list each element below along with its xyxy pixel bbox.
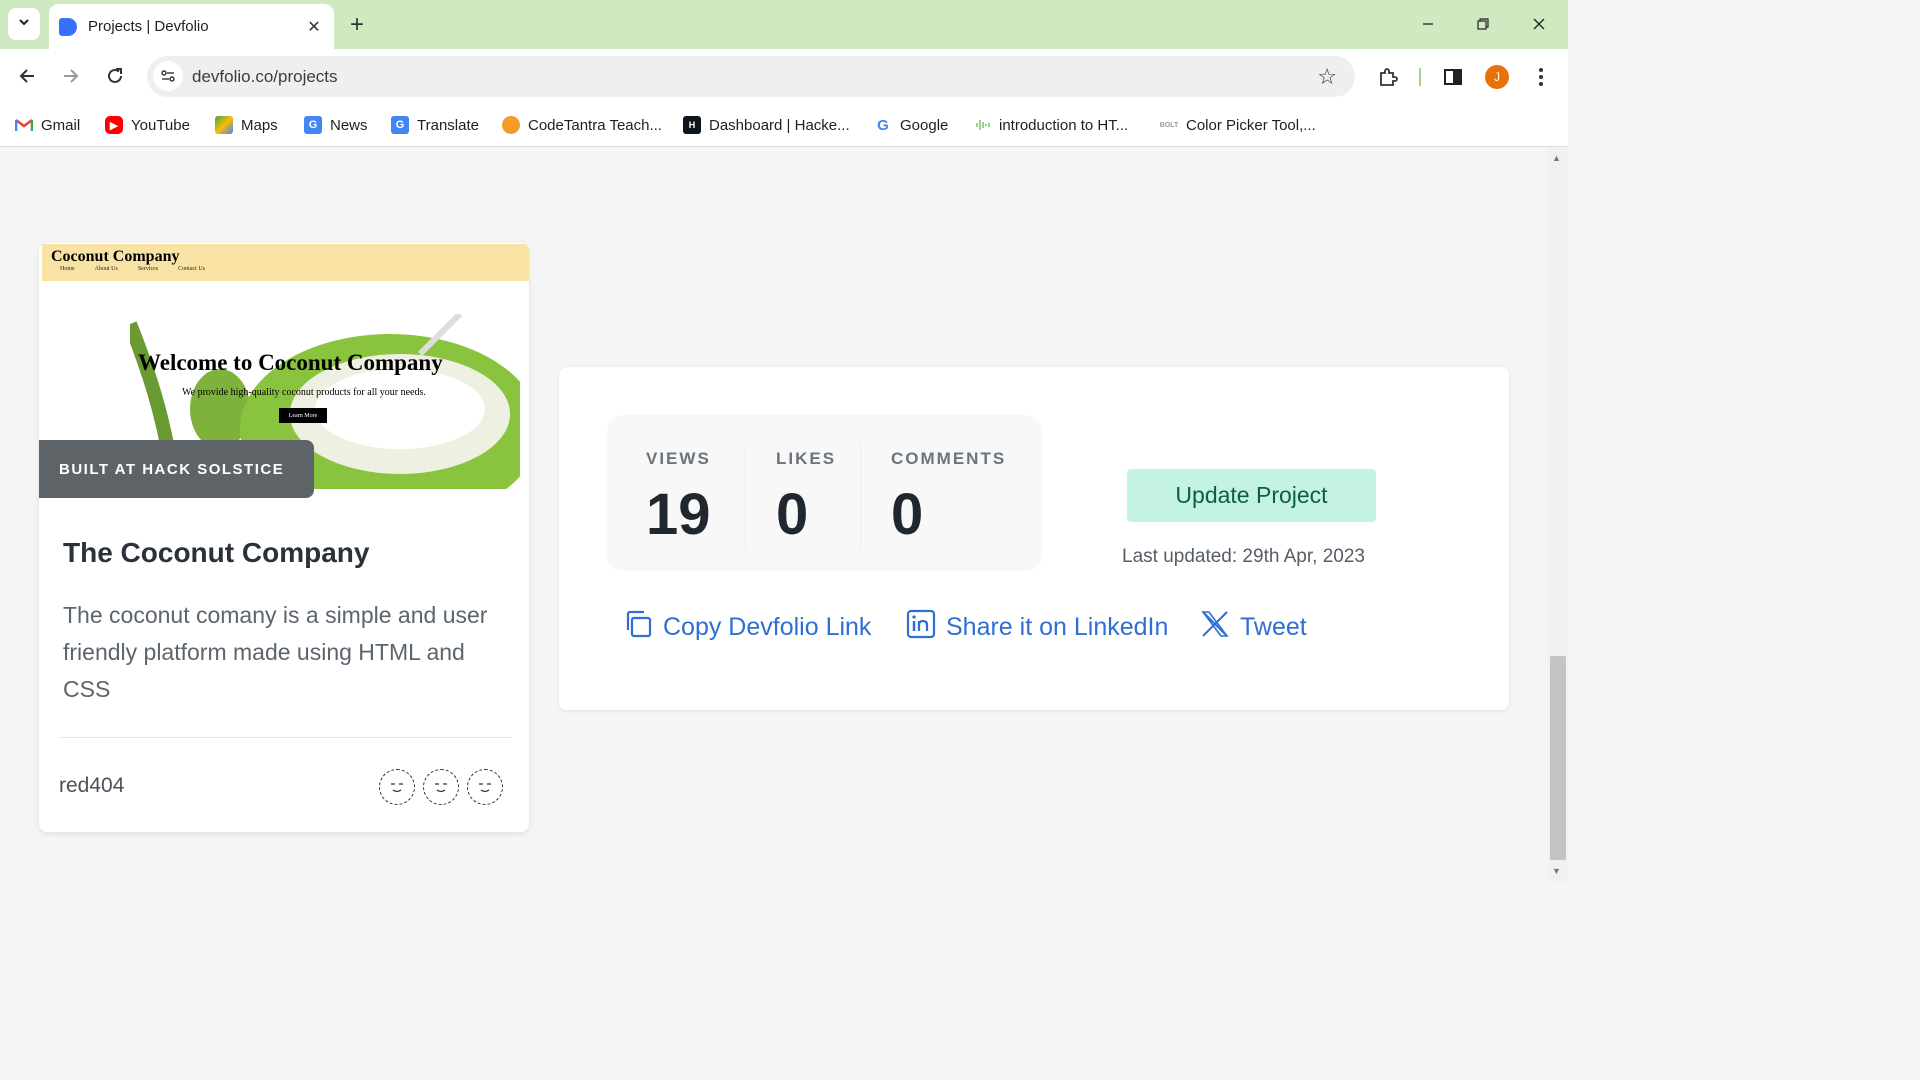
profile-avatar[interactable]: J — [1485, 65, 1509, 89]
reload-button[interactable] — [100, 61, 130, 91]
stat-value: 0 — [776, 482, 809, 547]
stat-label: COMMENTS — [891, 449, 1007, 468]
bookmark-introduction[interactable]: introduction to HT... — [973, 114, 1128, 136]
bookmark-star-icon[interactable]: ☆ — [1317, 64, 1337, 90]
update-project-button[interactable]: Update Project — [1127, 469, 1376, 522]
browser-menu-icon[interactable] — [1527, 63, 1555, 91]
stat-divider — [860, 445, 861, 549]
back-button[interactable] — [12, 61, 42, 91]
bookmark-translate[interactable]: G Translate — [391, 114, 479, 136]
project-username[interactable]: red404 — [59, 774, 124, 798]
minimize-button[interactable] — [1414, 10, 1442, 38]
thumbnail-nav-item: About Us — [94, 266, 118, 272]
toolbar-divider — [1419, 68, 1421, 86]
bolt-icon: BOLT — [1160, 116, 1178, 134]
youtube-icon: ▶ — [105, 116, 123, 134]
maps-icon — [215, 116, 233, 134]
stat-divider — [745, 445, 746, 549]
url-text[interactable]: devfolio.co/projects — [192, 67, 338, 87]
copy-devfolio-link[interactable]: Copy Devfolio Link — [623, 610, 871, 644]
bookmark-gmail[interactable]: Gmail — [15, 114, 80, 136]
new-tab-button[interactable]: + — [344, 11, 370, 38]
stat-label: LIKES — [776, 449, 837, 468]
scroll-up-icon[interactable]: ▲ — [1552, 153, 1561, 163]
copy-icon — [623, 609, 663, 646]
member-avatar-icon[interactable] — [423, 769, 459, 805]
thumbnail-nav-item: Services — [137, 266, 159, 272]
thumbnail-brand: Coconut Company — [51, 248, 180, 265]
thumbnail-hero-title: Welcome to Coconut Company — [138, 350, 443, 375]
bookmark-label: Color Picker Tool,... — [1186, 116, 1316, 134]
hackathon-badge[interactable]: BUILT AT HACK SOLSTICE — [39, 440, 314, 498]
bookmark-label: Gmail — [41, 116, 81, 134]
project-card[interactable]: Coconut Company Home About Us Services C… — [39, 243, 529, 832]
bookmark-codetantra[interactable]: CodeTantra Teach... — [502, 114, 662, 136]
bookmark-youtube[interactable]: ▶ YouTube — [105, 114, 190, 136]
devfolio-favicon-icon — [59, 17, 77, 36]
stat-value: 19 — [646, 482, 711, 547]
stats-box: VIEWS 19 LIKES 0 COMMENTS 0 — [607, 415, 1042, 571]
audio-wave-icon — [973, 116, 991, 134]
copy-link-label: Copy Devfolio Link — [663, 612, 872, 641]
google-icon: G — [874, 116, 892, 134]
tab-close-icon[interactable]: ✕ — [304, 17, 324, 37]
close-window-button[interactable] — [1525, 10, 1553, 38]
bookmark-label: Maps — [241, 116, 278, 134]
bookmark-label: News — [330, 116, 368, 134]
bookmark-label: Dashboard | Hacke... — [709, 116, 850, 134]
extensions-icon[interactable] — [1374, 63, 1402, 91]
codetantra-icon — [502, 116, 520, 134]
translate-icon: G — [391, 116, 409, 134]
thumbnail-nav-item: Home — [60, 266, 75, 272]
browser-toolbar: devfolio.co/projects ☆ — [0, 49, 1568, 105]
share-linkedin-link[interactable]: Share it on LinkedIn — [906, 609, 1169, 646]
scrollbar-thumb[interactable] — [1550, 656, 1566, 860]
tab-title: Projects | Devfolio — [88, 18, 209, 35]
project-description: The coconut comany is a simple and user … — [63, 602, 488, 702]
tweet-label: Tweet — [1240, 612, 1307, 641]
project-stats-panel: VIEWS 19 LIKES 0 COMMENTS 0 Update Proje… — [559, 367, 1509, 710]
card-divider — [59, 737, 511, 738]
news-icon: G — [304, 116, 322, 134]
bookmark-label: Google — [900, 116, 949, 134]
member-avatar-icon[interactable] — [379, 769, 415, 805]
tweet-link[interactable]: Tweet — [1200, 610, 1307, 644]
bookmark-label: CodeTantra Teach... — [528, 116, 662, 134]
project-title[interactable]: The Coconut Company — [63, 537, 369, 569]
side-panel-icon[interactable] — [1439, 63, 1467, 91]
x-twitter-icon — [1200, 609, 1240, 646]
forward-button[interactable] — [56, 61, 86, 91]
address-bar[interactable]: devfolio.co/projects ☆ — [147, 56, 1355, 97]
member-avatar-icon[interactable] — [467, 769, 503, 805]
hackerrank-icon: H — [683, 116, 701, 134]
browser-tab-active[interactable]: Projects | Devfolio ✕ — [49, 4, 334, 49]
last-updated-text: Last updated: 29th Apr, 2023 — [1122, 546, 1365, 567]
linkedin-icon — [906, 609, 946, 646]
thumbnail-nav-item: Contact Us — [178, 266, 206, 272]
bookmark-google[interactable]: G Google — [874, 114, 948, 136]
bookmark-hackerrank[interactable]: H Dashboard | Hacke... — [683, 114, 850, 136]
bookmarks-bar: Gmail ▶ YouTube Maps G News G Translate … — [0, 105, 1568, 147]
stat-value: 0 — [891, 482, 924, 547]
bookmark-color-picker[interactable]: BOLT Color Picker Tool,... — [1160, 114, 1316, 136]
thumbnail-nav: Home About Us Services Contact Us — [60, 266, 205, 272]
bookmark-maps[interactable]: Maps — [215, 114, 278, 136]
bookmark-label: Translate — [417, 116, 479, 134]
restore-button[interactable] — [1469, 10, 1497, 38]
scroll-down-icon[interactable]: ▼ — [1552, 866, 1561, 876]
thumbnail-learn-more-button: Learn More — [279, 408, 327, 423]
thumbnail-header: Coconut Company Home About Us Services C… — [42, 244, 529, 281]
bookmark-label: introduction to HT... — [999, 116, 1129, 134]
bookmark-label: YouTube — [131, 116, 190, 134]
gmail-icon — [15, 116, 33, 134]
linkedin-label: Share it on LinkedIn — [946, 612, 1169, 641]
site-info-icon[interactable] — [153, 61, 183, 91]
thumbnail-hero-subtitle: We provide high-quality coconut products… — [182, 387, 426, 398]
bookmark-news[interactable]: G News — [304, 114, 368, 136]
chevron-down-icon — [17, 15, 31, 34]
stat-label: VIEWS — [646, 449, 711, 468]
browser-titlebar: Projects | Devfolio ✕ + — [0, 0, 1568, 49]
tab-search-button[interactable] — [8, 8, 40, 40]
